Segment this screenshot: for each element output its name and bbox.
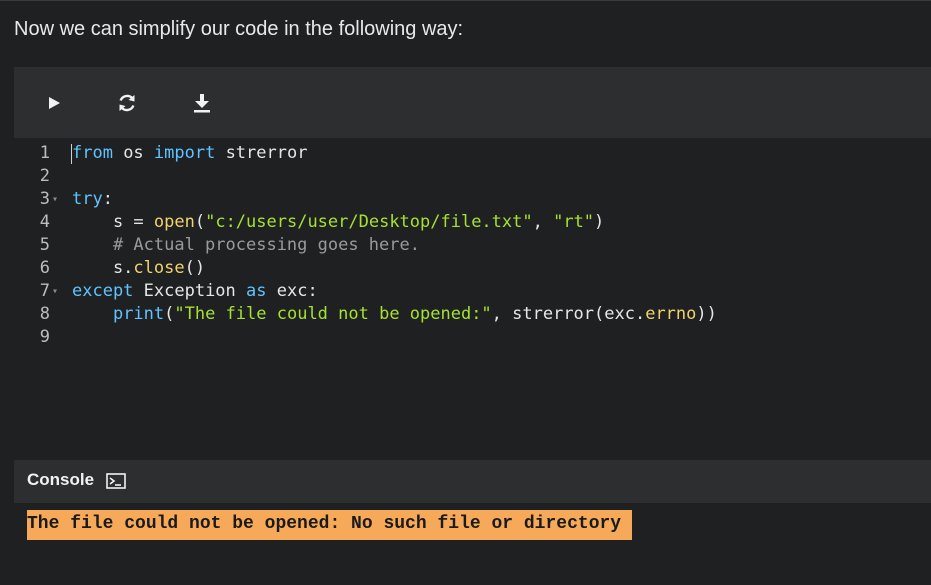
line-number: 1 (39, 143, 50, 163)
line-number: 7 (39, 281, 50, 301)
code-line: 7 ▾ except Exception as exc: (14, 280, 931, 303)
console-output: The file could not be opened: No such fi… (27, 510, 633, 540)
code-token: ) (594, 212, 605, 232)
line-number: 2 (39, 166, 50, 186)
intro-text: Now we can simplify our code in the foll… (14, 18, 464, 40)
code-line: 1 from os import strerror (14, 142, 931, 165)
code-token: print (112, 304, 165, 324)
code-text: except Exception as exc: (72, 280, 318, 303)
code-token: Exception (133, 281, 247, 301)
code-line: 2 (14, 165, 931, 188)
code-text: print("The file could not be opened:", s… (72, 303, 717, 326)
code-token: s = (72, 212, 154, 232)
code-token: "c:/users/user/Desktop/file.txt" (205, 212, 533, 232)
code-token: import (153, 143, 216, 163)
code-token: close (133, 258, 185, 278)
download-icon (193, 93, 211, 113)
code-token: os (112, 143, 154, 163)
line-number: 3 (39, 189, 50, 209)
code-token: except (72, 281, 134, 301)
code-token: , (532, 212, 554, 232)
code-editor: 1 from os import strerror 2 3 ▾ try: 4 s = ope… (14, 67, 931, 457)
line-number: 9 (39, 327, 50, 347)
code-token: : (102, 189, 113, 209)
code-text: s.close() (72, 257, 205, 280)
code-line: 8 print("The file could not be opened:",… (14, 303, 931, 326)
code-token: as (246, 281, 267, 301)
fold-arrow-icon[interactable]: ▾ (52, 188, 58, 211)
code-token: ( (194, 212, 206, 232)
code-token: "The file could not be opened:" (174, 304, 492, 324)
download-button[interactable] (184, 85, 220, 121)
code-text: # Actual processing goes here. (72, 234, 420, 257)
code-text: try: (72, 188, 113, 211)
editor-toolbar (14, 67, 931, 138)
code-token: # Actual processing goes here. (72, 235, 420, 255)
line-number: 6 (39, 258, 50, 278)
code-token: try (72, 189, 103, 209)
console-header: Console (14, 460, 931, 503)
line-number: 8 (39, 304, 50, 324)
refresh-icon (116, 92, 138, 114)
code-line: 6 s.close() (14, 257, 931, 280)
code-token: )) (696, 304, 717, 324)
fold-arrow-icon[interactable]: ▾ (52, 280, 58, 303)
code-token: s. (72, 258, 134, 278)
top-divider (0, 0, 931, 1)
code-token: ( (164, 304, 175, 324)
code-token: open (153, 212, 195, 232)
code-token: from (72, 143, 113, 163)
code-token: , strerror(exc. (491, 304, 646, 324)
code-token: errno (645, 304, 697, 324)
line-number: 5 (39, 235, 50, 255)
code-line: 4 s = open("c:/users/user/Desktop/file.t… (14, 211, 931, 234)
code-area[interactable]: 1 from os import strerror 2 3 ▾ try: 4 s = ope… (14, 142, 931, 349)
code-token: strerror (215, 143, 308, 163)
code-text: s = open("c:/users/user/Desktop/file.txt… (72, 211, 604, 234)
code-line: 9 (14, 326, 931, 349)
code-token: "rt" (553, 212, 595, 232)
code-token: exc: (266, 281, 318, 301)
run-button[interactable] (36, 85, 72, 121)
reset-button[interactable] (109, 85, 145, 121)
play-icon (47, 96, 61, 110)
line-number: 4 (39, 212, 50, 232)
code-line: 3 ▾ try: (14, 188, 931, 211)
code-text: from os import strerror (72, 142, 307, 165)
code-token: () (184, 258, 206, 278)
code-line: 5 # Actual processing goes here. (14, 234, 931, 257)
console-label: Console (27, 470, 95, 489)
terminal-icon (106, 473, 126, 494)
